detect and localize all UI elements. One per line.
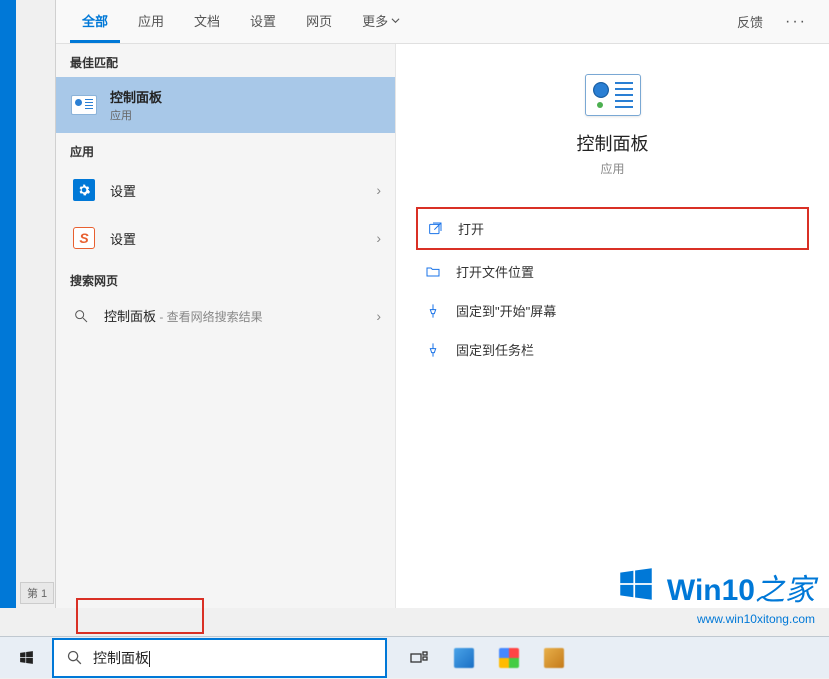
taskbar-app-1[interactable] <box>442 638 486 678</box>
preview-actions: 打开 打开文件位置 固定到"开始"屏幕 固定到任务栏 <box>396 197 829 379</box>
action-open[interactable]: 打开 <box>416 207 809 250</box>
feedback-link[interactable]: 反馈 <box>729 4 771 39</box>
taskbar: 控制面板 <box>0 636 829 678</box>
result-control-panel[interactable]: 控制面板 应用 <box>56 77 395 133</box>
result-web-search[interactable]: 控制面板 - 查看网络搜索结果 › <box>56 295 395 337</box>
result-title: 控制面板 <box>110 87 381 106</box>
tab-web[interactable]: 网页 <box>294 1 344 43</box>
result-subtitle: 应用 <box>110 107 381 123</box>
watermark-url: www.win10xitong.com <box>615 612 815 626</box>
action-label: 打开文件位置 <box>456 262 534 281</box>
page-indicator: 第 1 <box>20 582 54 604</box>
section-web: 搜索网页 <box>56 262 395 295</box>
action-open-location[interactable]: 打开文件位置 <box>416 252 809 291</box>
tab-more-label: 更多 <box>362 11 388 30</box>
tab-apps[interactable]: 应用 <box>126 1 176 43</box>
result-title: 控制面板 <box>104 309 156 324</box>
more-options-button[interactable]: ··· <box>777 5 815 39</box>
tab-documents[interactable]: 文档 <box>182 1 232 43</box>
chevron-right-icon: › <box>376 230 381 246</box>
preview-title: 控制面板 <box>577 130 649 156</box>
pin-icon <box>424 302 442 320</box>
tab-all[interactable]: 全部 <box>70 1 120 43</box>
action-label: 固定到任务栏 <box>456 340 534 359</box>
folder-icon <box>424 263 442 281</box>
search-input-value: 控制面板 <box>93 648 150 668</box>
result-settings-other[interactable]: S 设置 › <box>56 214 395 262</box>
desktop-background-edge <box>0 0 16 608</box>
chevron-right-icon: › <box>376 182 381 198</box>
result-subtitle: - 查看网络搜索结果 <box>156 310 263 324</box>
search-icon <box>70 305 92 327</box>
gear-icon <box>70 176 98 204</box>
taskbar-app-3[interactable] <box>532 638 576 678</box>
task-view-button[interactable] <box>397 638 441 678</box>
preview-pane: 控制面板 应用 打开 打开文件位置 固定到"开始"屏幕 固定到 <box>396 44 829 608</box>
taskbar-app-2[interactable] <box>487 638 531 678</box>
result-settings-windows[interactable]: 设置 › <box>56 166 395 214</box>
preview-subtitle: 应用 <box>600 160 624 177</box>
tab-settings[interactable]: 设置 <box>238 1 288 43</box>
filter-tabs: 全部 应用 文档 设置 网页 更多 反馈 ··· <box>56 0 829 44</box>
section-apps: 应用 <box>56 133 395 166</box>
section-best-match: 最佳匹配 <box>56 44 395 77</box>
result-title: 设置 <box>110 229 136 248</box>
control-panel-icon <box>70 91 98 119</box>
open-icon <box>426 220 444 238</box>
action-label: 固定到"开始"屏幕 <box>456 301 556 320</box>
app-s-icon: S <box>70 224 98 252</box>
pin-icon <box>424 341 442 359</box>
start-button[interactable] <box>0 637 52 679</box>
action-pin-start[interactable]: 固定到"开始"屏幕 <box>416 291 809 330</box>
tab-more[interactable]: 更多 <box>350 1 412 43</box>
results-list: 最佳匹配 控制面板 应用 应用 设置 › S 设置 <box>56 44 396 608</box>
preview-header: 控制面板 应用 <box>396 74 829 197</box>
chevron-right-icon: › <box>376 308 381 324</box>
result-title: 设置 <box>110 181 136 200</box>
action-pin-taskbar[interactable]: 固定到任务栏 <box>416 330 809 369</box>
chevron-down-icon <box>391 16 400 25</box>
windows-logo-icon <box>18 649 35 666</box>
results-body: 最佳匹配 控制面板 应用 应用 设置 › S 设置 <box>56 44 829 608</box>
taskbar-app-icons <box>397 638 576 678</box>
control-panel-icon-large <box>585 74 641 116</box>
action-label: 打开 <box>458 219 484 238</box>
search-icon <box>66 649 83 666</box>
search-results-panel: 全部 应用 文档 设置 网页 更多 反馈 ··· 最佳匹配 控制面板 应用 应用 <box>55 0 829 608</box>
taskbar-search-input[interactable]: 控制面板 <box>52 638 387 678</box>
